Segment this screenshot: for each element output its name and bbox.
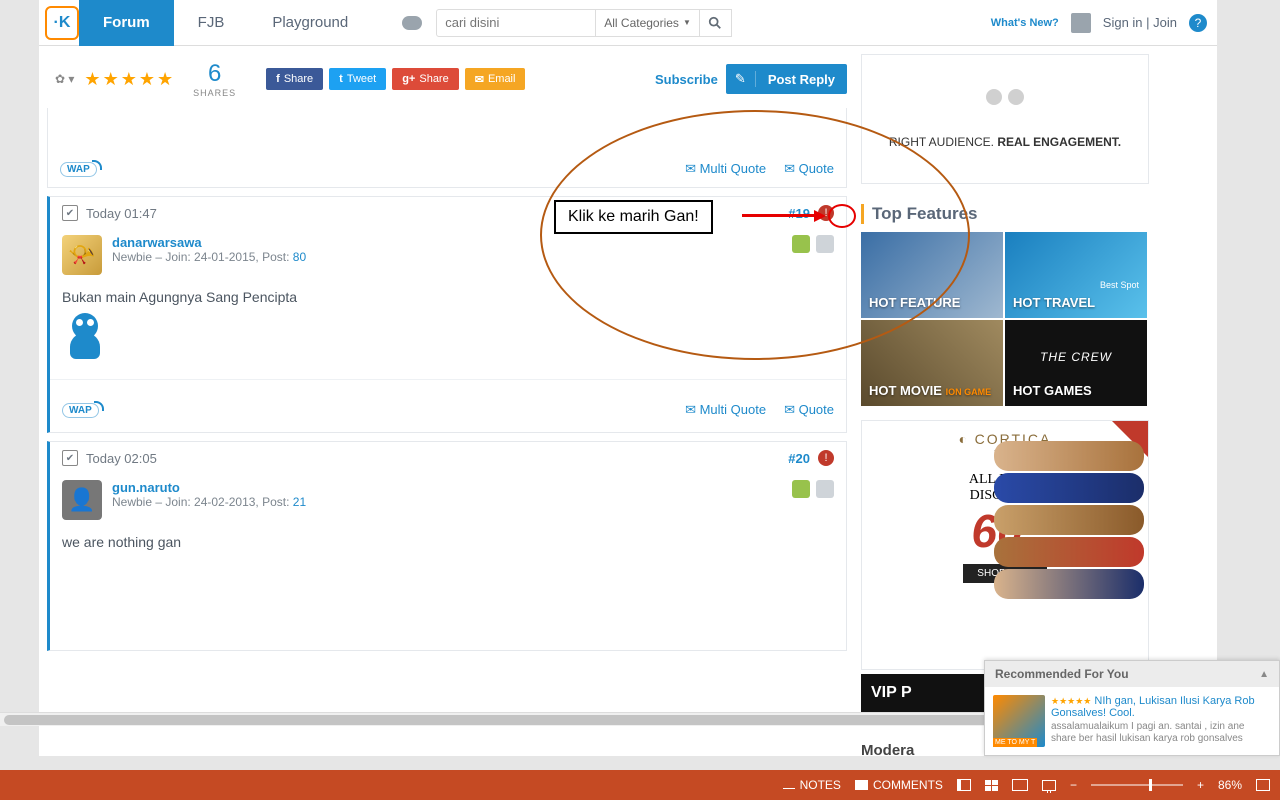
reading-view-button[interactable] xyxy=(1012,779,1028,791)
recommended-thumbnail[interactable]: ME TO MY T xyxy=(993,695,1045,747)
forum-post: ✔ Today 02:05 #20 ! 👤 gun.naruto Newbie … xyxy=(47,441,847,651)
feature-hot-movie[interactable]: HOT MOVIE ION GAME xyxy=(861,320,1003,406)
multi-quote-link[interactable]: ✉ Multi Quote xyxy=(685,161,766,177)
share-gplus-button[interactable]: g+Share xyxy=(392,68,459,90)
post-count-link[interactable]: 80 xyxy=(293,250,306,264)
share-twitter-button[interactable]: tTweet xyxy=(329,68,386,90)
top-features-heading: Top Features xyxy=(861,204,1149,224)
pencil-icon: ✎ xyxy=(726,71,756,87)
powerpoint-statusbar: NOTES COMMENTS − + 86% xyxy=(0,770,1280,800)
post-permalink[interactable]: #19 xyxy=(788,206,810,221)
quote-bar: WAP ✉ Multi Quote ✉ Quote xyxy=(47,108,847,188)
cloud-icon xyxy=(402,16,422,30)
nav-fjb[interactable]: FJB xyxy=(174,0,249,46)
features-grid: HOT FEATURE Best SpotHOT TRAVEL HOT MOVI… xyxy=(861,232,1149,406)
post-timestamp: Today 02:05 xyxy=(86,451,157,466)
wap-badge: WAP xyxy=(62,403,99,418)
select-post-checkbox[interactable]: ✔ xyxy=(62,450,78,466)
search-input[interactable] xyxy=(436,9,596,37)
user-meta: Newbie – Join: 24-02-2013, Post: 21 xyxy=(112,495,306,509)
help-icon[interactable]: ? xyxy=(1189,14,1207,32)
zoom-slider[interactable] xyxy=(1091,784,1183,786)
android-icon xyxy=(792,480,810,498)
android-icon xyxy=(792,235,810,253)
star-icon: ★ xyxy=(84,69,100,90)
quote-link[interactable]: ✉ Quote xyxy=(784,161,834,177)
chevron-down-icon: ▼ xyxy=(683,18,691,27)
forum-post: ✔ Today 01:47 #19 ! 📯 danarwarsawa Newbi… xyxy=(47,196,847,433)
sidebar-ad-2[interactable]: ◐ CORTIÇA M E N ALL ITEMS DISCOUNT 60% S… xyxy=(861,420,1149,670)
category-select[interactable]: All Categories▼ xyxy=(596,9,700,37)
post-timestamp: Today 01:47 xyxy=(86,206,157,221)
gear-icon[interactable]: ✿ ▾ xyxy=(55,72,74,86)
wap-badge: WAP xyxy=(60,162,97,177)
username-link[interactable]: danarwarsawa xyxy=(112,235,306,250)
post-permalink[interactable]: #20 xyxy=(788,451,810,466)
user-avatar[interactable]: 📯 xyxy=(62,235,102,275)
star-icon: ★★★★★ xyxy=(1051,696,1091,706)
thread-rating[interactable]: ★★★★★ xyxy=(84,69,173,90)
share-count: 6 SHARES xyxy=(193,60,236,98)
thread-toolbar: ✿ ▾ ★★★★★ 6 SHARES fShare tTweet g+Share… xyxy=(47,54,847,108)
post-body: we are nothing gan xyxy=(50,530,846,570)
post-body: Bukan main Agungnya Sang Pencipta xyxy=(50,285,846,379)
device-icon xyxy=(816,235,834,253)
search-icon xyxy=(708,16,722,30)
emoticon-icon xyxy=(62,313,108,359)
fit-window-button[interactable] xyxy=(1256,779,1270,791)
post-count-link[interactable]: 21 xyxy=(293,495,306,509)
search-button[interactable] xyxy=(700,9,732,37)
user-avatar[interactable]: 👤 xyxy=(62,480,102,520)
product-images xyxy=(994,441,1144,599)
zoom-percent[interactable]: 86% xyxy=(1218,778,1242,792)
top-navbar: ·K Forum FJB Playground All Categories▼ … xyxy=(39,0,1217,46)
share-facebook-button[interactable]: fShare xyxy=(266,68,323,90)
slideshow-button[interactable] xyxy=(1042,780,1056,791)
feature-hot-games[interactable]: THE CREWHOT GAMES xyxy=(1005,320,1147,406)
recommended-snippet: assalamualaikum I pagi an. santai , izin… xyxy=(1051,721,1271,745)
collapse-icon[interactable]: ▲ xyxy=(1259,669,1269,680)
user-meta: Newbie – Join: 24-01-2015, Post: 80 xyxy=(112,250,306,264)
whats-new-link[interactable]: What's New? xyxy=(991,17,1059,29)
feature-hot-feature[interactable]: HOT FEATURE xyxy=(861,232,1003,318)
sidebar-ad[interactable]: RIGHT AUDIENCE. REAL ENGAGEMENT. xyxy=(861,54,1149,184)
user-icon xyxy=(1071,13,1091,33)
recommended-popup: Recommended For You▲ ME TO MY T ★★★★★ NI… xyxy=(984,660,1280,756)
share-email-button[interactable]: ✉Email xyxy=(465,68,526,90)
subscribe-link[interactable]: Subscribe xyxy=(655,72,718,87)
signin-link[interactable]: Sign in xyxy=(1103,15,1143,30)
comments-button[interactable]: COMMENTS xyxy=(855,778,943,792)
select-post-checkbox[interactable]: ✔ xyxy=(62,205,78,221)
post-reply-button[interactable]: ✎ Post Reply xyxy=(726,64,847,94)
nav-forum[interactable]: Forum xyxy=(79,0,174,46)
zoom-out-button[interactable]: − xyxy=(1070,778,1077,792)
zoom-in-button[interactable]: + xyxy=(1197,778,1204,792)
kaskus-logo[interactable]: ·K xyxy=(45,6,79,40)
username-link[interactable]: gun.naruto xyxy=(112,480,306,495)
normal-view-button[interactable] xyxy=(957,779,971,791)
feature-hot-travel[interactable]: Best SpotHOT TRAVEL xyxy=(1005,232,1147,318)
report-icon[interactable]: ! xyxy=(818,205,834,221)
report-icon[interactable]: ! xyxy=(818,450,834,466)
ad-slogan: RIGHT AUDIENCE. REAL ENGAGEMENT. xyxy=(889,135,1121,149)
nav-playground[interactable]: Playground xyxy=(248,0,372,46)
join-link[interactable]: Join xyxy=(1153,15,1177,30)
multi-quote-link[interactable]: ✉ Multi Quote xyxy=(685,402,766,418)
sorter-view-button[interactable] xyxy=(985,780,998,791)
notes-button[interactable]: NOTES xyxy=(783,778,841,792)
recommended-title: Recommended For You xyxy=(995,667,1129,681)
quote-link[interactable]: ✉ Quote xyxy=(784,402,834,418)
device-icon xyxy=(816,480,834,498)
